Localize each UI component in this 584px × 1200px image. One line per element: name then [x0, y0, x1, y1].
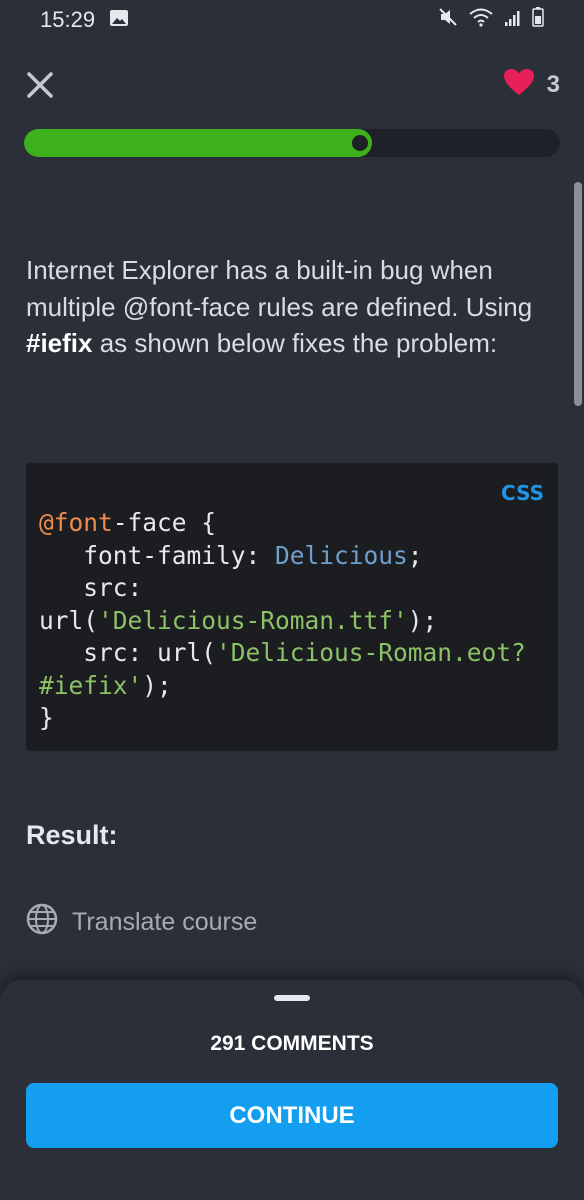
lesson-progress-knob [351, 135, 368, 151]
result-heading: Result: [26, 820, 118, 850]
lesson-progress-fill [24, 129, 372, 157]
battery-icon [532, 7, 544, 33]
signal-icon [504, 7, 522, 33]
lesson-header: 3 [0, 58, 584, 112]
globe-icon [26, 903, 58, 942]
mute-icon [438, 7, 458, 33]
heart-icon [503, 68, 535, 103]
hearts-counter[interactable]: 3 [503, 68, 560, 103]
hearts-count: 3 [546, 71, 560, 98]
status-right [438, 7, 544, 33]
wifi-icon [468, 7, 494, 33]
sheet-drag-handle[interactable] [274, 995, 310, 1001]
code-language-label: CSS [501, 481, 544, 505]
translate-course-link[interactable]: Translate course [26, 903, 257, 942]
scrollbar[interactable] [574, 182, 582, 406]
lesson-text: Internet Explorer has a built-in bug whe… [26, 255, 533, 358]
close-icon[interactable] [24, 69, 56, 101]
iefix-highlight: #iefix [26, 328, 93, 358]
code-lines: @font-face { font-family: Delicious; src… [39, 508, 526, 732]
image-icon [109, 7, 129, 33]
bottom-sheet: 291 COMMENTS CONTINUE [0, 980, 584, 1200]
lesson-progress-bar [24, 129, 560, 157]
status-time: 15:29 [40, 7, 96, 32]
code-block: CSS @font-face { font-family: Delicious;… [26, 463, 558, 751]
translate-label: Translate course [72, 908, 258, 936]
status-left: 15:29 [40, 7, 129, 33]
continue-button[interactable]: CONTINUE [26, 1083, 558, 1148]
comments-button[interactable]: 291 COMMENTS [0, 1032, 584, 1056]
status-bar: 15:29 [0, 0, 584, 40]
